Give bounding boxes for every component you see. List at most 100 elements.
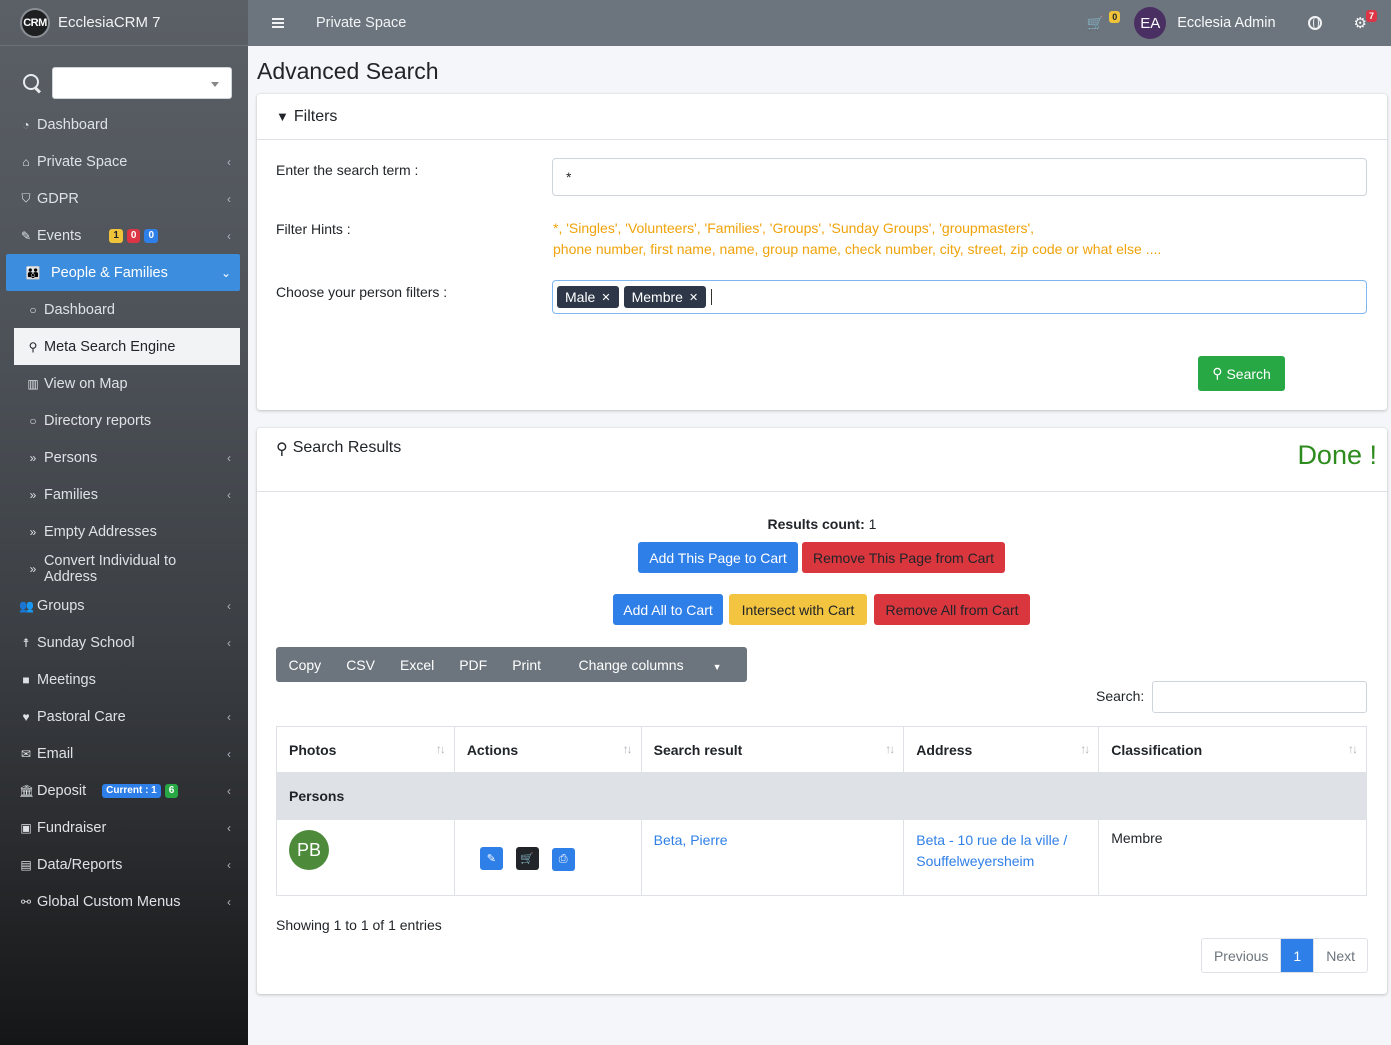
topbar-title[interactable]: Private Space <box>316 15 406 31</box>
deposit-count-badge: 6 <box>164 783 179 798</box>
remove-tag-icon[interactable]: ✕ <box>689 291 698 304</box>
search-term-input[interactable]: * <box>552 158 1367 196</box>
dashboard-icon: ◔ <box>22 117 30 132</box>
column-classification[interactable]: Classification ↑↓ <box>1098 726 1367 773</box>
sort-icon: ↑↓ <box>885 742 895 756</box>
sidebar-item-data-reports[interactable]: ▤ Data/Reports ‹ <box>0 846 248 883</box>
group-label: Persons <box>276 772 1367 820</box>
column-label: Photos <box>289 741 337 758</box>
hamburger-menu-icon[interactable] <box>272 18 284 28</box>
add-to-cart-icon[interactable]: 🛒 <box>515 847 539 870</box>
search-status: Done ! <box>1297 440 1377 470</box>
chevron-left-icon: ‹ <box>227 487 231 502</box>
text-cursor <box>711 289 713 305</box>
page-title: Advanced Search <box>257 58 439 84</box>
brand[interactable]: CRM EcclesiaCRM 7 <box>0 0 248 46</box>
cart-icon[interactable]: 🛒 0 <box>1087 10 1121 32</box>
filter-tag-male[interactable]: Male ✕ <box>557 286 619 308</box>
sidebar-item-people-families[interactable]: 👪 People & Families ⌄ <box>6 254 240 291</box>
sidebar-item-convert-individual[interactable]: » Convert Individual to Address <box>0 550 248 587</box>
angle-double-right-icon: » <box>29 487 37 502</box>
page-1-button[interactable]: 1 <box>1281 939 1315 972</box>
money-icon: ▣ <box>20 820 32 835</box>
column-actions[interactable]: Actions ↑↓ <box>453 726 642 773</box>
next-page-button[interactable]: Next <box>1314 939 1367 972</box>
sidebar-item-dashboard[interactable]: ◔ Dashboard <box>0 106 248 143</box>
sidebar-item-label: Dashboard <box>37 116 108 133</box>
person-filters-input[interactable]: Male ✕ Membre ✕ <box>552 280 1367 314</box>
remove-tag-icon[interactable]: ✕ <box>601 291 610 304</box>
sidebar-item-meta-search[interactable]: ⚲ Meta Search Engine <box>14 328 240 365</box>
remove-all-from-cart-button[interactable]: Remove All from Cart <box>874 594 1030 625</box>
previous-page-button[interactable]: Previous <box>1202 939 1282 972</box>
filter-hints-line1: *, 'Singles', 'Volunteers', 'Families', … <box>553 220 1035 236</box>
sidebar-item-pastoral-care[interactable]: ♥ Pastoral Care ‹ <box>0 698 248 735</box>
sidebar-item-fundraiser[interactable]: ▣ Fundraiser ‹ <box>0 809 248 846</box>
print-icon[interactable]: ⎙ <box>551 848 575 871</box>
sidebar-item-label: View on Map <box>44 375 128 392</box>
edit-pencil-icon[interactable]: ✎ <box>479 847 503 870</box>
chevron-left-icon: ‹ <box>227 820 231 835</box>
bank-icon: 🏛 <box>19 783 35 798</box>
sidebar-item-sunday-school[interactable]: ☨ Sunday School ‹ <box>0 624 248 661</box>
sidebar-item-label: Meta Search Engine <box>44 338 176 355</box>
sidebar-item-label: GDPR <box>37 190 79 207</box>
pdf-button[interactable]: PDF <box>447 657 500 673</box>
sidebar-search-select[interactable] <box>52 67 232 99</box>
sidebar-item-view-map[interactable]: ▥ View on Map <box>0 365 248 402</box>
address-link-line2[interactable]: Souffelweyersheim <box>916 851 1086 872</box>
sidebar: CRM EcclesiaCRM 7 ◔ Dashboard ⌂ Private Sp… <box>0 0 248 1045</box>
table-search-input[interactable] <box>1152 681 1367 713</box>
sidebar-item-email[interactable]: ✉ Email ‹ <box>0 735 248 772</box>
filter-hints-text: *, 'Singles', 'Volunteers', 'Families', … <box>553 218 1161 260</box>
sidebar-item-gdpr[interactable]: ⛉ GDPR ‹ <box>0 180 248 217</box>
sidebar-item-meetings[interactable]: ■ Meetings <box>0 661 248 698</box>
filter-tag-membre[interactable]: Membre ✕ <box>623 286 707 308</box>
pagination: Previous 1 Next <box>1200 938 1368 973</box>
results-count: Results count: 1 <box>257 516 1387 532</box>
circle-icon: ○ <box>29 302 37 317</box>
sidebar-item-directory-reports[interactable]: ○ Directory reports <box>0 402 248 439</box>
copy-button[interactable]: Copy <box>276 657 334 673</box>
globe-icon[interactable] <box>1307 16 1322 30</box>
sidebar-item-label: Groups <box>37 597 85 614</box>
sidebar-item-deposit[interactable]: 🏛 Deposit Current : 16 ‹ <box>0 772 248 809</box>
sidebar-item-events[interactable]: ✎ Events 100 ‹ <box>0 217 248 254</box>
change-columns-button[interactable]: Change columns ▼ <box>554 657 747 673</box>
column-photos[interactable]: Photos ↑↓ <box>276 726 455 773</box>
chevron-left-icon: ‹ <box>227 635 231 650</box>
search-icon: ⚲ <box>1212 365 1223 381</box>
sidebar-item-families[interactable]: » Families ‹ <box>0 476 248 513</box>
sort-icon: ↑↓ <box>435 742 446 756</box>
search-button[interactable]: ⚲ Search <box>1198 356 1285 391</box>
sidebar-item-private-space[interactable]: ⌂ Private Space ‹ <box>0 143 248 180</box>
sidebar-item-persons[interactable]: » Persons ‹ <box>0 439 248 476</box>
add-page-to-cart-button[interactable]: Add This Page to Cart <box>638 542 798 573</box>
sidebar-item-empty-addresses[interactable]: » Empty Addresses <box>0 513 248 550</box>
sidebar-item-label: Dashboard <box>44 301 115 318</box>
angle-double-right-icon: » <box>29 524 37 539</box>
excel-button[interactable]: Excel <box>387 657 446 673</box>
sidebar-item-people-dashboard[interactable]: ○ Dashboard <box>0 291 248 328</box>
remove-page-from-cart-button[interactable]: Remove This Page from Cart <box>802 542 1005 573</box>
sidebar-item-groups[interactable]: 👥 Groups ‹ <box>0 587 248 624</box>
classification-value: Membre <box>1111 830 1163 846</box>
angle-double-right-icon: » <box>29 450 37 465</box>
person-avatar[interactable]: PB <box>289 830 329 870</box>
column-address[interactable]: Address ↑↓ <box>903 726 1100 773</box>
circle-icon: ○ <box>29 413 37 428</box>
csv-button[interactable]: CSV <box>334 657 388 673</box>
print-button[interactable]: Print <box>500 657 554 673</box>
user-name[interactable]: Ecclesia Admin <box>1177 15 1275 31</box>
add-all-to-cart-button[interactable]: Add All to Cart <box>613 594 723 625</box>
intersect-cart-button[interactable]: Intersect with Cart <box>729 594 867 625</box>
ticket-icon: ✎ <box>20 228 32 243</box>
person-name-link[interactable]: Beta, Pierre <box>654 832 728 848</box>
column-search-result[interactable]: Search result ↑↓ <box>640 726 905 773</box>
sidebar-item-label: Families <box>44 486 98 503</box>
address-link-line1[interactable]: Beta - 10 rue de la ville / <box>916 830 1086 851</box>
sidebar-item-global-custom-menus[interactable]: ⚯ Global Custom Menus ‹ <box>0 883 248 920</box>
gear-icon[interactable]: ⚙ 7 <box>1354 10 1377 32</box>
user-avatar[interactable]: EA <box>1134 7 1167 39</box>
cart-count-badge: 0 <box>1109 10 1121 23</box>
